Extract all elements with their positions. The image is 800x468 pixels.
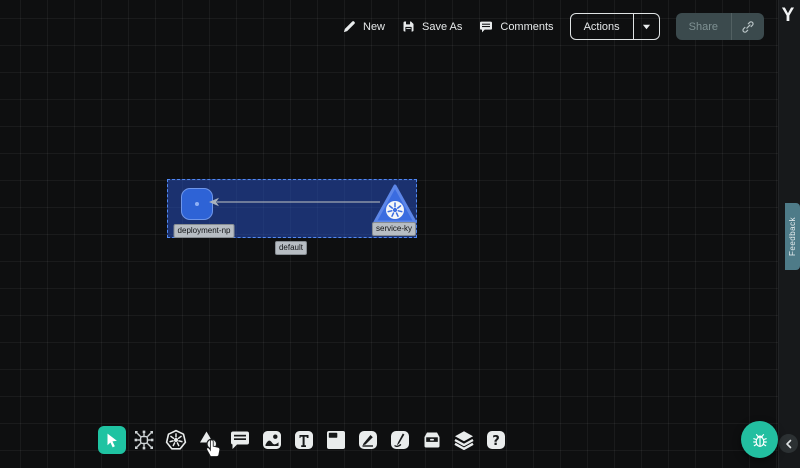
help-tool-button[interactable]: ? <box>482 426 510 454</box>
feedback-tab[interactable]: Feedback <box>785 203 800 270</box>
chevron-left-icon <box>784 439 794 449</box>
comment-tool-button[interactable] <box>226 426 254 454</box>
archive-drawer-icon <box>420 428 444 452</box>
select-tool-button[interactable] <box>98 426 126 454</box>
note-tool-button[interactable] <box>322 426 350 454</box>
layers-icon <box>452 428 476 452</box>
node-label-service: service-ky <box>372 222 416 236</box>
node-deployment[interactable] <box>181 188 213 220</box>
text-icon <box>292 428 316 452</box>
question-mark-icon: ? <box>484 428 508 452</box>
archive-tool-button[interactable] <box>418 426 446 454</box>
connect-tool-button[interactable] <box>130 426 158 454</box>
image-tool-button[interactable] <box>258 426 286 454</box>
svg-text:?: ? <box>492 434 500 449</box>
node-label-deployment: deployment-np <box>174 224 235 238</box>
group-label: default <box>275 241 307 255</box>
kubernetes-wheel-icon <box>386 201 404 219</box>
image-icon <box>260 428 284 452</box>
pencil-icon <box>388 428 412 452</box>
collapse-panel-button[interactable] <box>779 434 798 453</box>
pencil-tool-button[interactable] <box>386 426 414 454</box>
bottom-toolbar: ? <box>98 426 510 454</box>
text-tool-button[interactable] <box>290 426 318 454</box>
layers-tool-button[interactable] <box>450 426 478 454</box>
cursor-arrow-icon <box>103 431 121 449</box>
canvas[interactable]: deployment-np service-ky default <box>0 0 800 468</box>
pen-icon <box>356 428 380 452</box>
pen-tool-button[interactable] <box>354 426 382 454</box>
shapes-tool-button[interactable] <box>194 426 222 454</box>
kubernetes-tool-button[interactable] <box>162 426 190 454</box>
shapes-icon <box>196 428 220 452</box>
speech-bubble-icon <box>228 428 252 452</box>
node-service[interactable] <box>371 182 419 226</box>
bug-icon <box>750 430 770 450</box>
anchor-dot <box>195 202 199 206</box>
node-network-icon <box>132 428 156 452</box>
app-logo[interactable]: Y <box>778 5 798 27</box>
report-bug-button[interactable] <box>741 421 778 458</box>
kubernetes-icon <box>164 428 188 452</box>
sticky-note-icon <box>324 428 348 452</box>
